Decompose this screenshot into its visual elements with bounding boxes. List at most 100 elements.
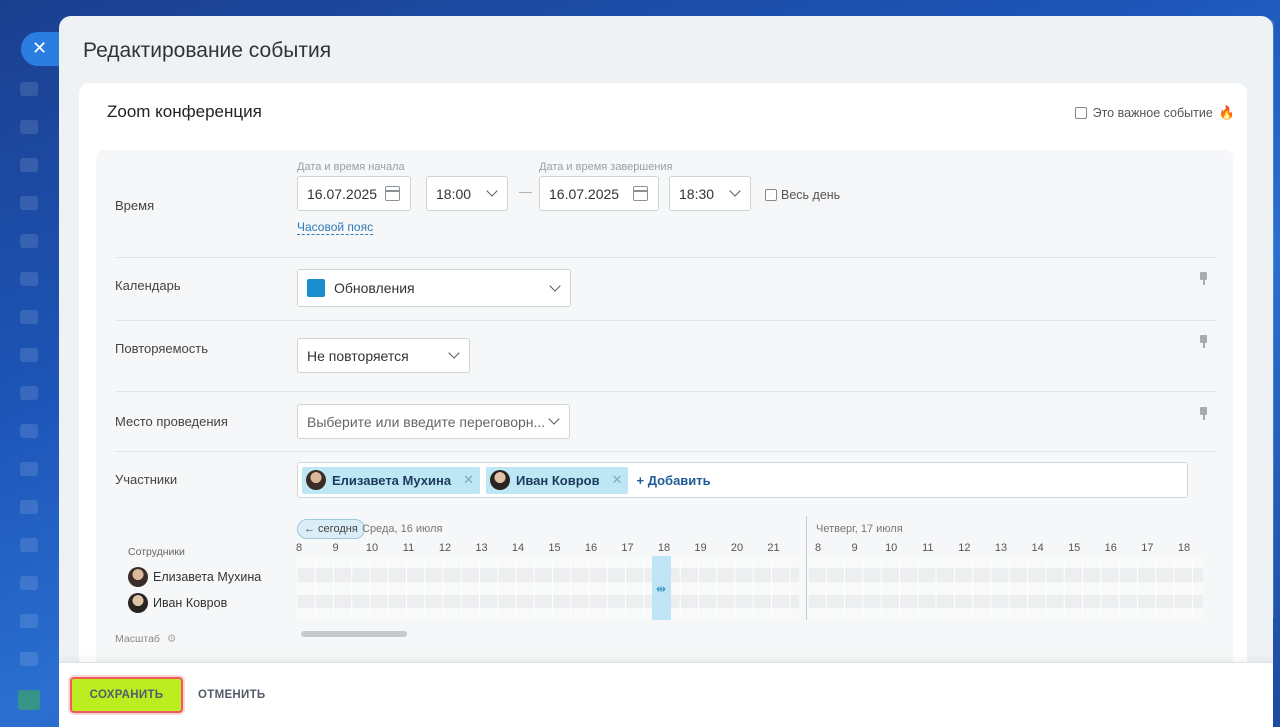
attendee-chip[interactable]: Иван Ковров ✕ <box>485 466 629 494</box>
hour-label: 21 <box>767 542 780 554</box>
sidebar-icon <box>20 196 38 210</box>
sidebar-icon <box>20 120 38 134</box>
calendar-select[interactable]: Обновления <box>297 269 571 307</box>
pin-icon[interactable] <box>1200 272 1207 285</box>
hour-label: 16 <box>584 542 598 554</box>
all-day-toggle[interactable]: Весь день <box>765 188 840 202</box>
day1-grid: ⇹ <box>297 556 799 620</box>
today-button[interactable]: ← сегодня <box>297 519 365 539</box>
avatar <box>128 567 148 587</box>
sidebar-icon <box>20 576 38 590</box>
hour-label: 17 <box>621 542 634 554</box>
start-date-field[interactable]: 16.07.2025 <box>297 176 411 211</box>
calendar-icon[interactable] <box>633 186 648 201</box>
hour-label: 13 <box>994 542 1008 554</box>
footer-bar: СОХРАНИТЬ ОТМЕНИТЬ <box>59 662 1273 727</box>
remove-icon[interactable]: ✕ <box>612 472 623 488</box>
event-edit-slider: Редактирование события Zoom конференция … <box>59 16 1273 727</box>
staff-name: Иван Ковров <box>153 596 228 610</box>
location-input[interactable]: Выберите или введите переговорн... <box>297 404 570 439</box>
staff-row: Иван Ковров <box>128 593 227 613</box>
add-attendee-link[interactable]: + Добавить <box>636 473 710 488</box>
hour-label: 14 <box>511 542 525 554</box>
day2-label: Четверг, 17 июля <box>816 523 903 535</box>
start-time-select[interactable]: 18:00 <box>426 176 508 211</box>
sidebar-icon <box>20 386 38 400</box>
end-date-value: 16.07.2025 <box>549 185 620 202</box>
sidebar-icon <box>20 348 38 362</box>
staff-title: Сотрудники <box>128 546 185 558</box>
hour-label: 11 <box>922 542 934 554</box>
hour-label: 15 <box>1068 542 1081 554</box>
divider <box>115 391 1216 392</box>
hour-label: 10 <box>365 542 379 554</box>
day-divider <box>806 516 807 620</box>
cancel-button[interactable]: ОТМЕНИТЬ <box>198 689 265 701</box>
hour-label: 14 <box>1031 542 1044 554</box>
start-time-value: 18:00 <box>436 185 472 202</box>
hour-label: 11 <box>402 542 415 554</box>
start-caption: Дата и время начала <box>297 161 405 173</box>
start-date-value: 16.07.2025 <box>307 185 378 202</box>
hour-label: 18 <box>657 542 671 554</box>
avatar <box>128 593 148 613</box>
planner-scrollbar[interactable] <box>301 631 407 637</box>
staff-row: Елизавета Мухина <box>128 567 261 587</box>
attendee-name: Елизавета Мухина <box>332 472 452 488</box>
flame-icon: 🔥 <box>1218 105 1235 120</box>
chevron-down-icon <box>549 280 561 292</box>
event-form: Время Дата и время начала 16.07.2025 18:… <box>96 150 1233 683</box>
important-label: Это важное событие <box>1092 106 1213 120</box>
end-time-select[interactable]: 18:30 <box>669 176 751 211</box>
sidebar-icon <box>20 652 38 666</box>
attendee-chip[interactable]: Елизавета Мухина ✕ <box>302 466 480 494</box>
repeat-select[interactable]: Не повторяется <box>297 338 470 373</box>
hour-label: 12 <box>958 542 971 554</box>
location-placeholder: Выберите или введите переговорн... <box>307 413 546 430</box>
end-date-field[interactable]: 16.07.2025 <box>539 176 659 211</box>
calendar-icon[interactable] <box>385 186 400 201</box>
important-toggle[interactable]: Это важное событие 🔥 <box>1074 105 1235 121</box>
hour-label: 17 <box>1141 542 1154 554</box>
remove-icon[interactable]: ✕ <box>463 472 474 488</box>
repeat-label: Повторяемость <box>115 341 208 356</box>
save-button[interactable]: СОХРАНИТЬ <box>70 677 183 713</box>
attendees-label: Участники <box>115 472 178 487</box>
sidebar-icon <box>20 462 38 476</box>
hour-label: 9 <box>332 542 339 554</box>
pin-icon[interactable] <box>1200 407 1207 420</box>
staff-name: Елизавета Мухина <box>153 570 262 584</box>
chevron-down-icon <box>448 347 460 359</box>
close-icon: ✕ <box>32 38 48 59</box>
sidebar-icon <box>20 158 38 172</box>
gear-icon[interactable]: ⚙ <box>167 633 176 645</box>
time-dash: — <box>519 184 532 199</box>
background-sidebar <box>0 0 58 727</box>
hour-label: 10 <box>885 542 898 554</box>
sidebar-icon <box>20 500 38 514</box>
important-checkbox[interactable] <box>1074 107 1087 119</box>
day2-grid <box>808 556 1203 620</box>
location-label: Место проведения <box>115 414 228 429</box>
hour-label: 8 <box>814 542 822 554</box>
repeat-value: Не повторяется <box>307 347 409 364</box>
chevron-down-icon <box>729 185 741 197</box>
page-title: Редактирование события <box>83 39 332 62</box>
resize-icon[interactable]: ⇹ <box>656 582 666 596</box>
event-name[interactable]: Zoom конференция <box>107 102 262 122</box>
avatar <box>306 470 326 490</box>
timezone-link[interactable]: Часовой пояс <box>297 220 374 235</box>
pin-icon[interactable] <box>1200 335 1207 348</box>
hour-label: 18 <box>1177 542 1191 554</box>
all-day-checkbox[interactable] <box>765 189 777 201</box>
sidebar-icon <box>20 272 38 286</box>
hour-label: 15 <box>548 542 561 554</box>
sidebar-icon <box>20 310 38 324</box>
chevron-down-icon <box>548 413 560 425</box>
attendees-selector[interactable]: Елизавета Мухина ✕ Иван Ковров ✕ + Добав… <box>297 462 1188 498</box>
divider <box>115 320 1216 321</box>
scale-control[interactable]: Масштаб ⚙ <box>115 633 176 645</box>
hour-label: 20 <box>730 542 744 554</box>
hour-label: 12 <box>438 542 452 554</box>
sidebar-icon <box>20 424 38 438</box>
